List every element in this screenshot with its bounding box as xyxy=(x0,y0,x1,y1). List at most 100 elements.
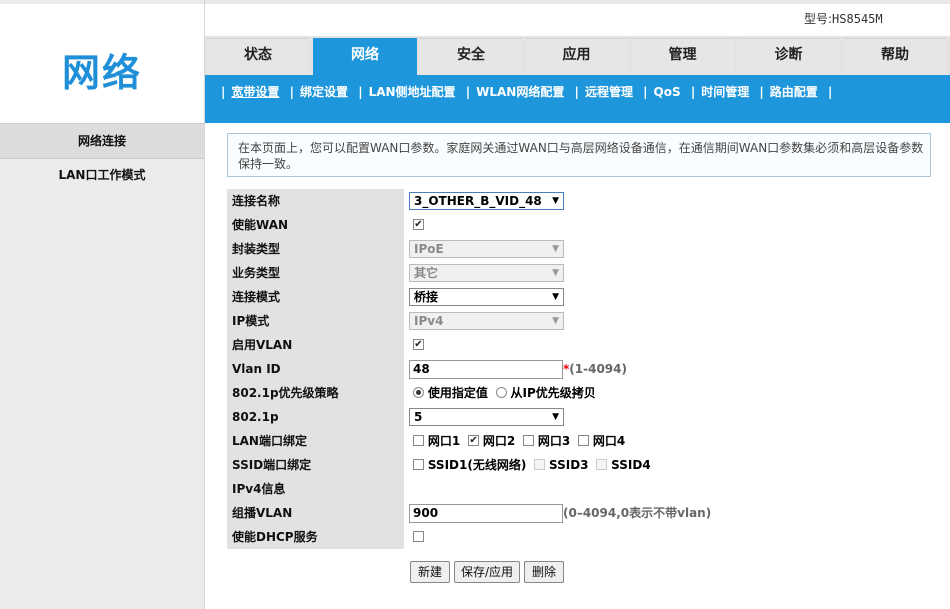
row-service-type: 业务类型 其它 ▼ xyxy=(227,261,931,285)
info-box: 在本页面上，您可以配置WAN口参数。家庭网关通过WAN口与高层网络设备通信，在通… xyxy=(227,133,931,177)
row-ssid-binding: SSID端口绑定 SSID1(无线网络) SSID3 SSID4 xyxy=(227,453,931,477)
tab-label: 帮助 xyxy=(881,47,909,63)
sidebar-item-lan-mode[interactable]: LAN口工作模式 xyxy=(0,158,204,192)
separator: | xyxy=(221,85,226,99)
service-type-select: 其它 ▼ xyxy=(409,264,564,282)
option-label: SSID3 xyxy=(548,458,589,472)
subnav-routing[interactable]: 路由配置 xyxy=(770,85,818,99)
separator: | xyxy=(643,85,648,99)
row-connection-mode: 连接模式 桥接 ▼ xyxy=(227,285,931,309)
priority-select[interactable]: 5 ▼ xyxy=(409,408,564,426)
field-label: 使能WAN xyxy=(227,213,404,237)
separator: | xyxy=(465,85,471,99)
new-button[interactable]: 新建 xyxy=(410,561,450,583)
subnav-qos[interactable]: QoS xyxy=(654,85,681,99)
chevron-down-icon: ▼ xyxy=(552,412,559,422)
subnav-remote-management[interactable]: 远程管理 xyxy=(585,85,633,99)
row-vlan-id: Vlan ID 48 *(1-4094) xyxy=(227,357,931,381)
option-label: SSID1(无线网络) xyxy=(427,458,527,472)
tab-network[interactable]: 网络 xyxy=(313,38,417,76)
sidebar-item-label: 网络连接 xyxy=(77,134,126,148)
connection-name-select[interactable]: 3_OTHER_B_VID_48 ▼ xyxy=(409,192,564,210)
lan-port-2-checkbox[interactable]: ✔ xyxy=(468,435,480,446)
delete-button[interactable]: 删除 xyxy=(524,561,564,583)
select-value: IPoE xyxy=(414,242,444,256)
ssid3-checkbox xyxy=(534,459,546,470)
chevron-down-icon: ▼ xyxy=(552,268,559,278)
subnav-wlan[interactable]: WLAN网络配置 xyxy=(476,85,564,99)
subnav-broadband[interactable]: 宽带设置 xyxy=(231,85,279,99)
row-encap-type: 封装类型 IPoE ▼ xyxy=(227,237,931,261)
enable-vlan-checkbox[interactable]: ✔ xyxy=(413,339,424,350)
separator: | xyxy=(690,85,696,99)
field-label: 连接模式 xyxy=(227,285,404,309)
chevron-down-icon: ▼ xyxy=(552,292,559,302)
ssid1-checkbox[interactable] xyxy=(413,459,424,470)
model-info: 型号:HS8545M xyxy=(804,10,883,27)
row-lan-binding: LAN端口绑定 网口1 ✔ 网口2 网口3 网口4 xyxy=(227,429,931,453)
info-text: 在本页面上，您可以配置WAN口参数。家庭网关通过WAN口与高层网络设备通信，在通… xyxy=(238,141,924,171)
sidebar-item-label: LAN口工作模式 xyxy=(58,168,146,182)
lan-port-1-checkbox[interactable] xyxy=(413,435,424,446)
sidebar-item-network-connection[interactable]: 网络连接 xyxy=(0,124,204,159)
logo-area: 网络 xyxy=(0,4,204,124)
separator: | xyxy=(574,85,579,99)
vlan-id-hint: *(1-4094) xyxy=(563,357,627,381)
tab-management[interactable]: 管理 xyxy=(631,38,734,76)
row-connection-name: 连接名称 3_OTHER_B_VID_48 ▼ xyxy=(227,189,931,213)
ssid4-checkbox xyxy=(596,459,608,470)
tab-label: 管理 xyxy=(668,47,697,63)
chevron-down-icon: ▼ xyxy=(552,196,559,206)
field-label: 使能DHCP服务 xyxy=(227,525,404,549)
subnav-binding[interactable]: 绑定设置 xyxy=(300,85,348,99)
model-value: HS8545M xyxy=(832,12,883,26)
chevron-down-icon: ▼ xyxy=(552,316,559,326)
row-priority: 802.1p 5 ▼ xyxy=(227,405,931,429)
tab-applications[interactable]: 应用 xyxy=(525,38,628,76)
option-label: 网口2 xyxy=(482,434,516,448)
radio-specified-value[interactable] xyxy=(413,387,424,398)
tab-label: 状态 xyxy=(244,47,272,63)
enable-dhcp-checkbox[interactable] xyxy=(413,531,424,542)
model-label: 型号: xyxy=(804,12,833,26)
separator: | xyxy=(358,85,363,99)
subnav-time-management[interactable]: 时间管理 xyxy=(701,85,749,99)
row-enable-dhcp: 使能DHCP服务 xyxy=(227,525,931,549)
option-label: 从IP优先级拷贝 xyxy=(510,386,596,400)
field-label: LAN端口绑定 xyxy=(227,429,404,453)
row-ip-mode: IP模式 IPv4 ▼ xyxy=(227,309,931,333)
tab-help[interactable]: 帮助 xyxy=(843,38,947,76)
hint-text: (1-4094) xyxy=(569,362,627,376)
field-label: 连接名称 xyxy=(227,189,404,213)
encap-type-select: IPoE ▼ xyxy=(409,240,564,258)
select-value: 3_OTHER_B_VID_48 xyxy=(414,194,542,208)
save-apply-button[interactable]: 保存/应用 xyxy=(454,561,520,583)
tab-diagnostics[interactable]: 诊断 xyxy=(737,38,840,76)
vlan-id-input[interactable]: 48 xyxy=(409,360,563,379)
tab-security[interactable]: 安全 xyxy=(420,38,522,76)
row-ipv4-info: IPv4信息 xyxy=(227,477,931,501)
field-label: 启用VLAN xyxy=(227,333,404,357)
row-enable-vlan: 启用VLAN ✔ xyxy=(227,333,931,357)
field-label: 封装类型 xyxy=(227,237,404,261)
connection-mode-select[interactable]: 桥接 ▼ xyxy=(409,288,564,306)
tab-label: 安全 xyxy=(457,47,485,63)
row-multicast-vlan: 组播VLAN 900 (0–4094,0表示不带vlan) xyxy=(227,501,931,525)
field-label: Vlan ID xyxy=(227,357,404,381)
multicast-vlan-hint: (0–4094,0表示不带vlan) xyxy=(563,506,712,520)
tab-status[interactable]: 状态 xyxy=(207,38,309,76)
multicast-vlan-input[interactable]: 900 xyxy=(409,504,563,523)
ip-mode-select: IPv4 ▼ xyxy=(409,312,564,330)
radio-copy-from-ip[interactable] xyxy=(495,387,507,398)
enable-wan-checkbox[interactable]: ✔ xyxy=(413,219,424,230)
select-value: IPv4 xyxy=(414,314,444,328)
tab-label: 诊断 xyxy=(774,47,803,63)
subnav-lan-address[interactable]: LAN侧地址配置 xyxy=(369,85,456,99)
select-value: 5 xyxy=(414,410,423,424)
tab-label: 网络 xyxy=(351,47,379,63)
field-label: 组播VLAN xyxy=(227,501,404,525)
lan-port-4-checkbox[interactable] xyxy=(578,435,590,446)
select-value: 桥接 xyxy=(414,290,439,304)
field-label: SSID端口绑定 xyxy=(227,453,404,477)
lan-port-3-checkbox[interactable] xyxy=(523,435,535,446)
